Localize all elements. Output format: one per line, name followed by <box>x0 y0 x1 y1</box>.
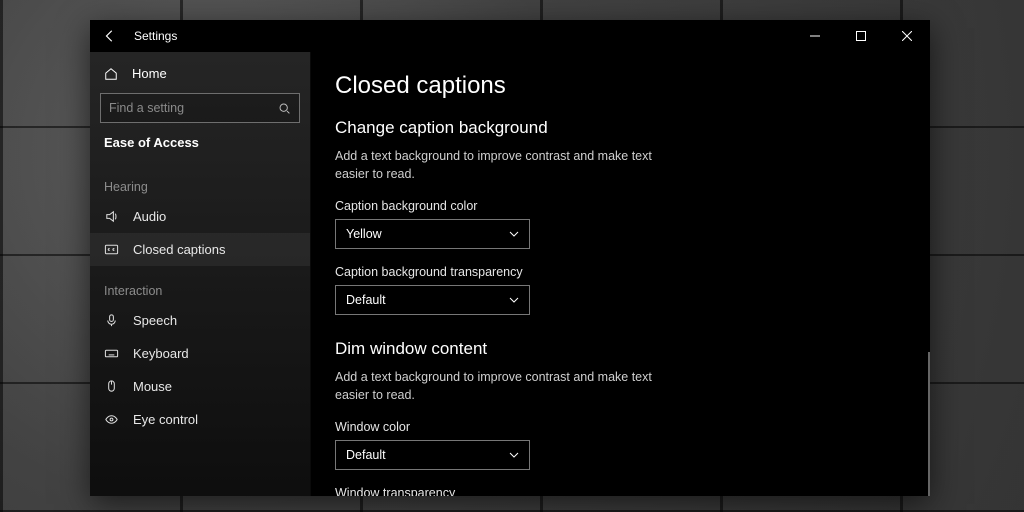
window-title: Settings <box>130 29 177 43</box>
sidebar-item-eye-control[interactable]: Eye control <box>90 403 310 436</box>
sidebar-item-mouse[interactable]: Mouse <box>90 370 310 403</box>
sidebar-item-keyboard[interactable]: Keyboard <box>90 337 310 370</box>
section-dim-window: Dim window content Add a text background… <box>335 339 906 496</box>
section-desc-background: Add a text background to improve contras… <box>335 148 655 183</box>
section-heading-dim: Dim window content <box>335 339 906 359</box>
audio-icon <box>104 209 119 224</box>
scrollbar[interactable] <box>928 352 930 496</box>
sidebar-item-audio[interactable]: Audio <box>90 200 310 233</box>
dropdown-caption-bg-transparency[interactable]: Default <box>335 285 530 315</box>
field-window-color: Window color Default <box>335 420 906 470</box>
close-button[interactable] <box>884 20 930 52</box>
sidebar-group-interaction: Interaction <box>90 266 310 304</box>
settings-window: Settings Home Ease of Access H <box>90 20 930 496</box>
sidebar-item-home[interactable]: Home <box>90 58 310 89</box>
maximize-button[interactable] <box>838 20 884 52</box>
chevron-down-icon <box>509 229 519 239</box>
home-icon <box>104 67 118 81</box>
dropdown-value: Default <box>346 448 386 462</box>
content-pane: Closed captions Change caption backgroun… <box>310 52 930 496</box>
search-icon <box>278 102 291 115</box>
search-input-container[interactable] <box>100 93 300 123</box>
dropdown-window-color[interactable]: Default <box>335 440 530 470</box>
eye-icon <box>104 412 119 427</box>
maximize-icon <box>856 31 866 41</box>
dropdown-caption-bg-color[interactable]: Yellow <box>335 219 530 249</box>
nav-label: Closed captions <box>133 242 226 257</box>
titlebar: Settings <box>90 20 930 52</box>
sidebar-category: Ease of Access <box>90 133 310 162</box>
dropdown-value: Default <box>346 293 386 307</box>
minimize-button[interactable] <box>792 20 838 52</box>
home-label: Home <box>132 66 167 81</box>
nav-label: Speech <box>133 313 177 328</box>
close-icon <box>902 31 912 41</box>
back-button[interactable] <box>90 20 130 52</box>
nav-label: Keyboard <box>133 346 189 361</box>
window-controls <box>792 20 930 52</box>
arrow-left-icon <box>103 29 117 43</box>
closed-captions-icon <box>104 242 119 257</box>
minimize-icon <box>810 31 820 41</box>
field-label: Window color <box>335 420 906 434</box>
chevron-down-icon <box>509 450 519 460</box>
sidebar: Home Ease of Access Hearing Audio Closed… <box>90 52 310 496</box>
section-desc-dim: Add a text background to improve contras… <box>335 369 655 404</box>
field-caption-bg-color: Caption background color Yellow <box>335 199 906 249</box>
search-input[interactable] <box>109 101 278 115</box>
section-heading-background: Change caption background <box>335 118 906 138</box>
field-label: Caption background transparency <box>335 265 906 279</box>
mouse-icon <box>104 379 119 394</box>
nav-label: Mouse <box>133 379 172 394</box>
window-body: Home Ease of Access Hearing Audio Closed… <box>90 52 930 496</box>
field-label: Caption background color <box>335 199 906 213</box>
field-label: Window transparency <box>335 486 906 496</box>
field-window-transparency: Window transparency <box>335 486 906 496</box>
dropdown-value: Yellow <box>346 227 382 241</box>
sidebar-group-hearing: Hearing <box>90 162 310 200</box>
keyboard-icon <box>104 346 119 361</box>
sidebar-item-closed-captions[interactable]: Closed captions <box>90 233 310 266</box>
chevron-down-icon <box>509 295 519 305</box>
sidebar-item-speech[interactable]: Speech <box>90 304 310 337</box>
nav-label: Eye control <box>133 412 198 427</box>
nav-label: Audio <box>133 209 166 224</box>
field-caption-bg-transparency: Caption background transparency Default <box>335 265 906 315</box>
page-title: Closed captions <box>335 72 906 100</box>
microphone-icon <box>104 313 119 328</box>
